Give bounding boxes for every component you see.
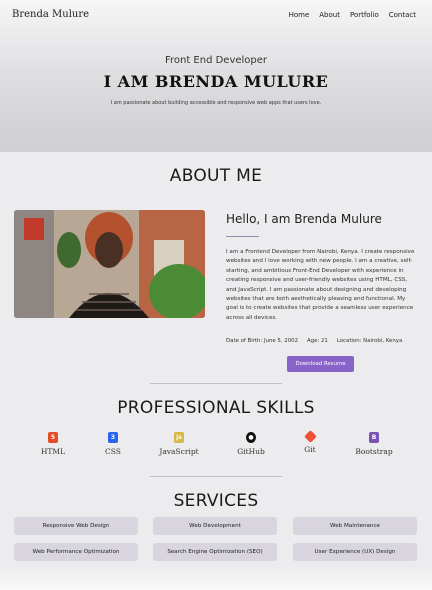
skill-item-git: Git xyxy=(280,430,340,454)
hero-section: Brenda Mulure Home About Portfolio Conta… xyxy=(0,0,432,152)
download-resume-button[interactable]: Download Resume xyxy=(287,356,354,372)
git-icon xyxy=(303,430,317,443)
about-facts: Date of Birth: June 5, 2002 Age: 21 Loca… xyxy=(226,338,402,344)
nav-link-about[interactable]: About xyxy=(319,11,340,19)
about-dob: Date of Birth: June 5, 2002 xyxy=(226,338,299,344)
skill-label: JavaScript xyxy=(159,447,199,456)
html5-icon: 5 xyxy=(48,432,58,443)
about-heading: ABOUT ME xyxy=(169,166,263,186)
about-age: Age: 21 xyxy=(307,338,328,344)
service-seo[interactable]: Search Engine Optimization (SEO) xyxy=(153,543,277,561)
about-divider xyxy=(226,236,259,237)
nav-link-home[interactable]: Home xyxy=(289,11,310,19)
skill-item-css: 3 CSS xyxy=(83,432,143,456)
skill-label: Git xyxy=(304,445,316,454)
skill-item-github: ● GitHub xyxy=(221,432,281,456)
service-web-maintenance[interactable]: Web Maintenance xyxy=(293,517,417,535)
nav-brand[interactable]: Brenda Mulure xyxy=(12,9,89,20)
skill-label: HTML xyxy=(40,447,66,456)
bootstrap-icon: B xyxy=(369,432,379,443)
hero-subtitle: Front End Developer xyxy=(164,55,268,66)
section-divider xyxy=(150,476,282,477)
hero-tagline: I am passionate about building accessibl… xyxy=(110,100,322,106)
github-icon: ● xyxy=(246,432,256,443)
skill-label: GitHub xyxy=(237,447,265,456)
service-web-development[interactable]: Web Development xyxy=(153,517,277,535)
skill-label: CSS xyxy=(105,447,121,456)
skill-label: Bootstrap xyxy=(355,447,393,456)
services-heading: SERVICES xyxy=(173,491,259,511)
nav-link-contact[interactable]: Contact xyxy=(389,11,416,19)
nav-link-portfolio[interactable]: Portfolio xyxy=(350,11,379,19)
skills-heading: PROFESSIONAL SKILLS xyxy=(117,398,315,418)
service-ux-design[interactable]: User Experience (UX) Design xyxy=(293,543,417,561)
profile-photo-illustration xyxy=(14,210,205,318)
skill-item-html: 5 HTML xyxy=(23,432,83,456)
skill-item-bootstrap: B Bootstrap xyxy=(344,432,404,456)
css3-icon: 3 xyxy=(108,432,118,443)
skill-item-javascript: js JavaScript xyxy=(149,432,209,456)
about-greeting: Hello, I am Brenda Mulure xyxy=(226,212,382,226)
page-footer-fade xyxy=(0,567,432,590)
hero-title: I AM BRENDA MULURE xyxy=(103,72,329,91)
js-icon: js xyxy=(174,432,184,443)
nav-links: Home About Portfolio Contact xyxy=(289,11,416,19)
about-bio: I am a Frontend Developer from Nairobi, … xyxy=(226,249,415,321)
profile-photo xyxy=(14,210,205,318)
section-divider xyxy=(150,383,282,384)
about-location: Location: Nairobi, Kenya xyxy=(336,338,403,344)
service-responsive-web-design[interactable]: Responsive Web Design xyxy=(14,517,138,535)
service-web-performance[interactable]: Web Performance Optimization xyxy=(14,543,138,561)
